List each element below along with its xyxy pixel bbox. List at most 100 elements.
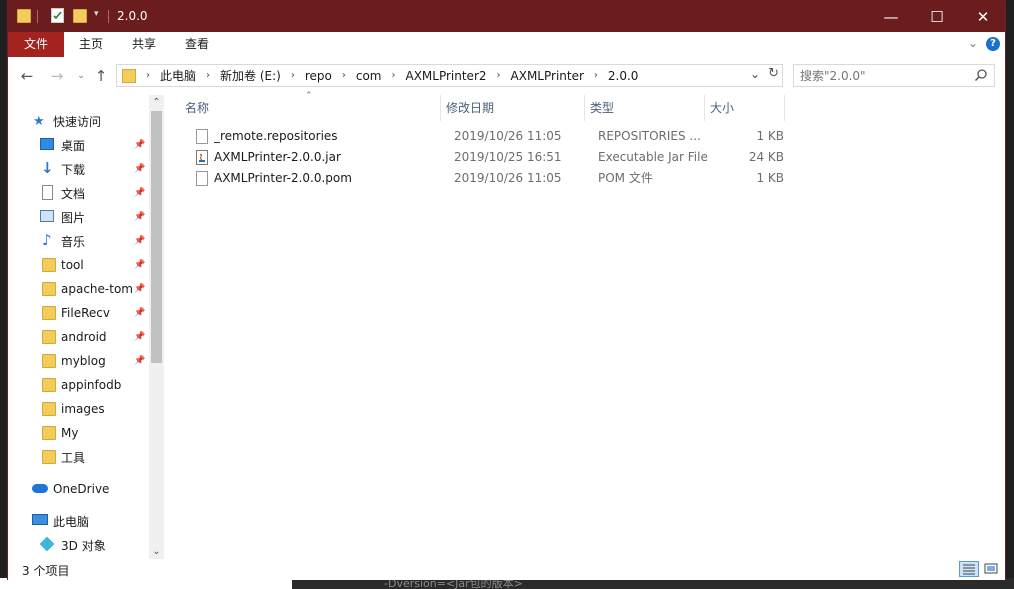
nav-item-documents[interactable]: 文档 📌 — [8, 182, 148, 204]
folder-icon — [42, 258, 56, 272]
address-bar[interactable]: › 此电脑 › 新加卷 (E:) › repo › com › AXMLPrin… — [116, 64, 783, 87]
file-row[interactable]: _remote.repositories 2019/10/26 11:05 RE… — [184, 126, 784, 147]
column-divider[interactable] — [440, 95, 441, 121]
chevron-right-icon[interactable]: › — [136, 70, 156, 81]
folder-icon — [42, 354, 56, 368]
nav-item-pictures[interactable]: 图片 📌 — [8, 206, 148, 228]
nav-item-android[interactable]: android 📌 — [8, 326, 148, 348]
navigation-pane: ★ 快速访问 桌面 📌 ↓ 下载 📌 文档 📌 图片 📌 ♪ 音乐 📌 tool… — [8, 95, 164, 559]
tab-share[interactable]: 共享 — [119, 32, 169, 57]
nav-item-apache-tom[interactable]: apache-tom 📌 — [8, 278, 148, 300]
chevron-right-icon[interactable]: › — [491, 70, 507, 81]
nav-item-tool[interactable]: tool 📌 — [8, 254, 148, 276]
chevron-right-icon[interactable]: › — [336, 70, 352, 81]
pin-icon: 📌 — [134, 308, 146, 318]
breadcrumb-item[interactable]: 此电脑 — [156, 67, 200, 84]
chevron-right-icon[interactable]: › — [385, 70, 401, 81]
nav-item-my[interactable]: My — [8, 422, 148, 444]
tab-view[interactable]: 查看 — [172, 32, 222, 57]
folder-icon — [42, 450, 56, 464]
file-size: 1 KB — [756, 171, 784, 185]
scroll-up-icon[interactable]: ⌃ — [149, 95, 164, 110]
pin-icon: 📌 — [134, 164, 146, 174]
nav-this-pc[interactable]: 此电脑 — [8, 510, 148, 532]
pin-icon: 📌 — [134, 140, 146, 150]
folder-icon — [42, 306, 56, 320]
title-bar[interactable]: ▾ 2.0.0 — ☐ ✕ — [8, 1, 1005, 32]
close-button[interactable]: ✕ — [960, 1, 1006, 32]
new-folder-icon[interactable] — [73, 9, 87, 23]
customize-quick-access-icon[interactable]: ▾ — [94, 9, 99, 19]
item-count: 3 个项目 — [22, 564, 70, 578]
folder-icon — [42, 426, 56, 440]
desktop-icon — [40, 138, 54, 150]
divider — [37, 10, 38, 23]
pin-icon: 📌 — [134, 260, 146, 270]
nav-item-desktop[interactable]: 桌面 📌 — [8, 134, 148, 156]
pin-icon: 📌 — [134, 284, 146, 294]
file-type: POM 文件 — [598, 171, 653, 185]
back-button[interactable]: ← — [17, 66, 37, 86]
expand-ribbon-icon[interactable]: ⌄ — [968, 36, 978, 50]
nav-item-appinfodb[interactable]: appinfodb — [8, 374, 148, 396]
column-divider[interactable] — [704, 95, 705, 121]
tab-home[interactable]: 主页 — [66, 32, 116, 57]
minimize-button[interactable]: — — [868, 1, 914, 32]
properties-icon[interactable] — [51, 8, 64, 23]
nav-scrollbar[interactable]: ⌃ ⌄ — [149, 95, 164, 559]
search-icon[interactable] — [974, 68, 988, 82]
file-name: _remote.repositories — [214, 129, 338, 143]
column-divider[interactable] — [784, 95, 785, 121]
folder-icon — [42, 282, 56, 296]
file-list: ⌃ 名称 修改日期 类型 大小 _remote.repositories 201… — [164, 91, 1005, 559]
cube-icon — [39, 536, 55, 552]
maximize-button[interactable]: ☐ — [914, 1, 960, 32]
nav-item-downloads[interactable]: ↓ 下载 📌 — [8, 158, 148, 180]
file-type: REPOSITORIES ... — [598, 129, 701, 143]
chevron-right-icon[interactable]: › — [285, 70, 301, 81]
column-header-name[interactable]: 名称 — [185, 95, 209, 121]
folder-icon — [42, 378, 56, 392]
file-modified: 2019/10/25 16:51 — [454, 150, 562, 164]
nav-item-myblog[interactable]: myblog 📌 — [8, 350, 148, 372]
forward-button[interactable]: → — [47, 66, 67, 86]
file-row[interactable]: AXMLPrinter-2.0.0.jar 2019/10/25 16:51 E… — [184, 147, 784, 168]
file-size: 1 KB — [756, 129, 784, 143]
breadcrumb: › 此电脑 › 新加卷 (E:) › repo › com › AXMLPrin… — [117, 65, 642, 86]
column-header-modified[interactable]: 修改日期 — [446, 95, 494, 121]
breadcrumb-item[interactable]: AXMLPrinter — [507, 69, 588, 83]
tab-file[interactable]: 文件 — [8, 32, 64, 57]
breadcrumb-item[interactable]: AXMLPrinter2 — [401, 69, 490, 83]
nav-quick-access[interactable]: ★ 快速访问 — [8, 110, 148, 132]
column-divider[interactable] — [584, 95, 585, 121]
nav-item-filerecv[interactable]: FileRecv 📌 — [8, 302, 148, 324]
breadcrumb-item[interactable]: com — [352, 69, 386, 83]
up-button[interactable]: ↑ — [91, 66, 111, 86]
refresh-icon[interactable]: ↻ — [768, 66, 779, 81]
pin-icon: 📌 — [134, 212, 146, 222]
address-dropdown-icon[interactable]: ⌄ — [750, 67, 760, 81]
chevron-right-icon[interactable]: › — [588, 70, 604, 81]
nav-item-tools[interactable]: 工具 — [8, 446, 148, 468]
scroll-down-icon[interactable]: ⌄ — [149, 544, 164, 559]
recent-locations-icon[interactable]: ⌄ — [71, 66, 91, 86]
search-input[interactable] — [800, 68, 965, 83]
nav-3d-objects[interactable]: 3D 对象 — [8, 534, 148, 556]
help-icon[interactable]: ? — [986, 37, 1000, 51]
nav-item-music[interactable]: ♪ 音乐 📌 — [8, 230, 148, 252]
nav-onedrive[interactable]: OneDrive — [8, 478, 148, 500]
details-view-icon[interactable] — [959, 561, 979, 577]
breadcrumb-item[interactable]: 2.0.0 — [604, 69, 643, 83]
status-bar: 3 个项目 — [8, 559, 1005, 580]
chevron-right-icon[interactable]: › — [200, 70, 216, 81]
file-row[interactable]: AXMLPrinter-2.0.0.pom 2019/10/26 11:05 P… — [184, 168, 784, 189]
column-header-type[interactable]: 类型 — [590, 95, 614, 121]
breadcrumb-item[interactable]: 新加卷 (E:) — [216, 67, 285, 84]
breadcrumb-item[interactable]: repo — [301, 69, 336, 83]
nav-item-images[interactable]: images — [8, 398, 148, 420]
large-icons-view-icon[interactable] — [982, 561, 1002, 577]
column-header-size[interactable]: 大小 — [710, 95, 734, 121]
scroll-thumb[interactable] — [151, 111, 162, 363]
pin-icon: 📌 — [134, 332, 146, 342]
folder-icon — [42, 402, 56, 416]
